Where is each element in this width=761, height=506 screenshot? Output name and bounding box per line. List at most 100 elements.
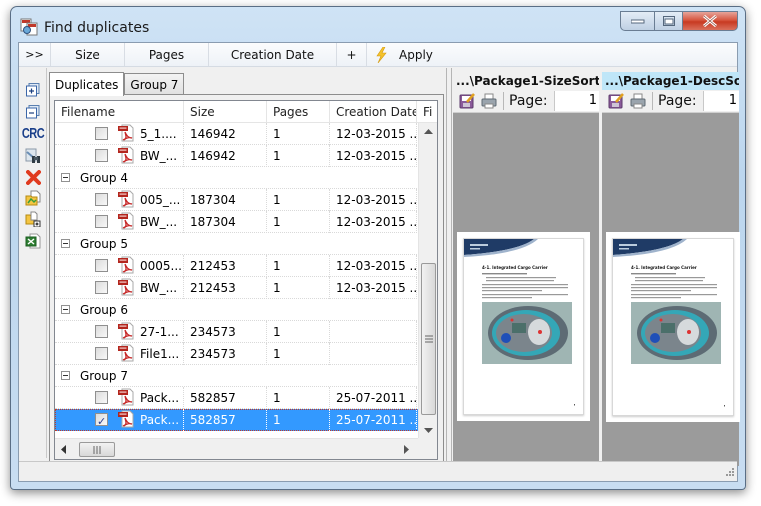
resize-grip-icon[interactable] bbox=[723, 467, 735, 479]
select-checkbox[interactable] bbox=[95, 126, 108, 140]
apply-button[interactable]: Apply bbox=[367, 43, 439, 66]
grid-header: Filename Size Pages Creation Date Fi bbox=[55, 101, 437, 123]
creation-date-cell bbox=[330, 321, 417, 343]
collapse-group-icon[interactable] bbox=[61, 371, 70, 380]
viewer-title-right[interactable]: ...\Package1-DescSort.pdf bbox=[602, 72, 739, 90]
panel-splitter[interactable] bbox=[446, 68, 452, 466]
scroll-left-icon[interactable] bbox=[61, 445, 66, 454]
viewer-title-left[interactable]: ...\Package1-SizeSort.pdf bbox=[453, 72, 599, 90]
select-checkbox[interactable] bbox=[95, 214, 108, 228]
collapse-group-icon[interactable] bbox=[61, 173, 70, 182]
page-number-input[interactable]: 1 bbox=[553, 91, 599, 111]
save-edit-icon[interactable] bbox=[459, 93, 475, 109]
size-cell: 582857 bbox=[184, 409, 267, 431]
column-header-size[interactable]: Size bbox=[184, 101, 267, 123]
scroll-down-icon[interactable] bbox=[424, 428, 433, 433]
minimize-button[interactable] bbox=[620, 11, 654, 31]
expand-all-button[interactable] bbox=[25, 82, 41, 98]
scrollbar-corner bbox=[418, 438, 437, 459]
delete-button[interactable] bbox=[25, 169, 41, 185]
size-cell: 146942 bbox=[184, 145, 267, 167]
maximize-button[interactable] bbox=[654, 11, 682, 31]
page-number-input[interactable]: 1 bbox=[702, 91, 739, 111]
file-row[interactable]: Pack... 582857125-07-2011 ... bbox=[55, 387, 419, 409]
toolbar-separator bbox=[652, 92, 653, 110]
size-cell: 582857 bbox=[184, 387, 267, 409]
filename-cell: 0005... bbox=[55, 255, 184, 277]
file-row[interactable]: BW_... 187304 1 12-03-2015 ... bbox=[55, 211, 419, 233]
creation-date-cell: 25-07-2011 ... bbox=[330, 387, 417, 409]
group-cell: Group 6 bbox=[55, 299, 419, 321]
column-header-pages[interactable]: Pages bbox=[267, 101, 330, 123]
size-cell: 234573 bbox=[184, 321, 267, 343]
creation-date-cell: 12-03-2015 ... bbox=[330, 255, 417, 277]
tab-group-7[interactable]: Group 7 bbox=[124, 73, 185, 95]
group-row[interactable]: Group 6 bbox=[55, 299, 419, 321]
toolbar-column-creation-date[interactable]: Creation Date bbox=[209, 43, 337, 66]
scroll-up-icon[interactable] bbox=[424, 129, 433, 134]
file-row[interactable]: 0005... 212453 1 12-03-2015 ... bbox=[55, 255, 419, 277]
file-row[interactable]: BW_... 146942 1 12-03-2015 ... bbox=[55, 145, 419, 167]
pages-cell: 1 bbox=[267, 343, 330, 365]
file-row[interactable]: 005_... 187304 1 12-03-2015 ... bbox=[55, 189, 419, 211]
viewer-toolbar-right: Page: 1 bbox=[602, 90, 739, 113]
expand-toolbar-button[interactable]: >> bbox=[19, 43, 51, 66]
select-checkbox[interactable] bbox=[95, 148, 108, 162]
group-label: Group 4 bbox=[80, 171, 128, 185]
horizontal-scroll-thumb[interactable] bbox=[79, 442, 115, 457]
column-header-filepath[interactable]: Fi bbox=[417, 101, 437, 123]
select-checkbox[interactable] bbox=[95, 411, 108, 431]
select-checkbox[interactable] bbox=[95, 192, 108, 206]
creation-date-cell bbox=[330, 343, 417, 365]
filename-text: File1... bbox=[140, 347, 180, 361]
close-button[interactable] bbox=[682, 11, 738, 31]
save-edit-icon[interactable] bbox=[608, 93, 624, 109]
select-checkbox[interactable] bbox=[95, 324, 108, 338]
vertical-scrollbar[interactable] bbox=[418, 123, 437, 439]
file-row[interactable]: Pack... 582857125-07-2011 ... bbox=[55, 409, 419, 431]
scroll-right-icon[interactable] bbox=[404, 445, 409, 454]
file-row[interactable]: BW_... 212453 1 12-03-2015 ... bbox=[55, 277, 419, 299]
select-checkbox[interactable] bbox=[95, 258, 108, 272]
group-row[interactable]: Group 5 bbox=[55, 233, 419, 255]
toolbar-column-pages[interactable]: Pages bbox=[125, 43, 209, 66]
filename-cell: BW_... bbox=[55, 145, 184, 167]
vertical-scroll-thumb[interactable] bbox=[421, 263, 436, 415]
collapse-all-button[interactable] bbox=[25, 104, 41, 120]
compare-button[interactable] bbox=[25, 148, 41, 164]
select-checkbox[interactable] bbox=[95, 346, 108, 360]
pdf-viewer-left: ...\Package1-SizeSort.pdf Page: 1 4-1. I… bbox=[453, 72, 599, 466]
select-checkbox[interactable] bbox=[95, 390, 108, 404]
file-row[interactable]: File1... 234573 1 bbox=[55, 343, 419, 365]
filename-cell: 27-1... bbox=[55, 321, 184, 343]
export-excel-button[interactable] bbox=[25, 233, 41, 249]
horizontal-scrollbar[interactable] bbox=[55, 438, 419, 459]
client-area: >> Size Pages Creation Date + Apply CRC bbox=[18, 42, 740, 482]
toolbar-column-size[interactable]: Size bbox=[51, 43, 125, 66]
toolbar-separator bbox=[503, 92, 504, 110]
collapse-group-icon[interactable] bbox=[61, 239, 70, 248]
copy-to-folder-icon bbox=[25, 211, 41, 227]
grid-rows: 5_1.... 146942 1 12-03-2015 ... BW_... 146942… bbox=[55, 123, 419, 439]
crc-button[interactable]: CRC bbox=[22, 126, 45, 142]
copy-to-folder-button[interactable] bbox=[25, 211, 41, 227]
file-row[interactable]: 27-1... 234573 1 bbox=[55, 321, 419, 343]
add-column-button[interactable]: + bbox=[337, 43, 367, 66]
collapse-group-icon[interactable] bbox=[61, 305, 70, 314]
print-icon[interactable] bbox=[481, 93, 497, 109]
print-icon[interactable] bbox=[630, 93, 646, 109]
tab-duplicates[interactable]: Duplicates bbox=[49, 72, 125, 96]
group-row[interactable]: Group 4 bbox=[55, 167, 419, 189]
group-row[interactable]: Group 7 bbox=[55, 365, 419, 387]
size-cell: 187304 bbox=[184, 189, 267, 211]
column-header-creation-date[interactable]: Creation Date bbox=[330, 101, 417, 123]
column-header-filename[interactable]: Filename bbox=[55, 101, 184, 123]
title-bar[interactable]: Find duplicates bbox=[11, 7, 745, 43]
lightning-icon bbox=[376, 46, 387, 63]
file-row[interactable]: 5_1.... 146942 1 12-03-2015 ... bbox=[55, 123, 419, 145]
pdf-file-icon bbox=[117, 146, 135, 164]
filename-text: 5_1.... bbox=[140, 127, 177, 141]
open-file-button[interactable] bbox=[25, 190, 41, 206]
select-checkbox[interactable] bbox=[95, 280, 108, 294]
pages-cell: 1 bbox=[267, 189, 330, 211]
